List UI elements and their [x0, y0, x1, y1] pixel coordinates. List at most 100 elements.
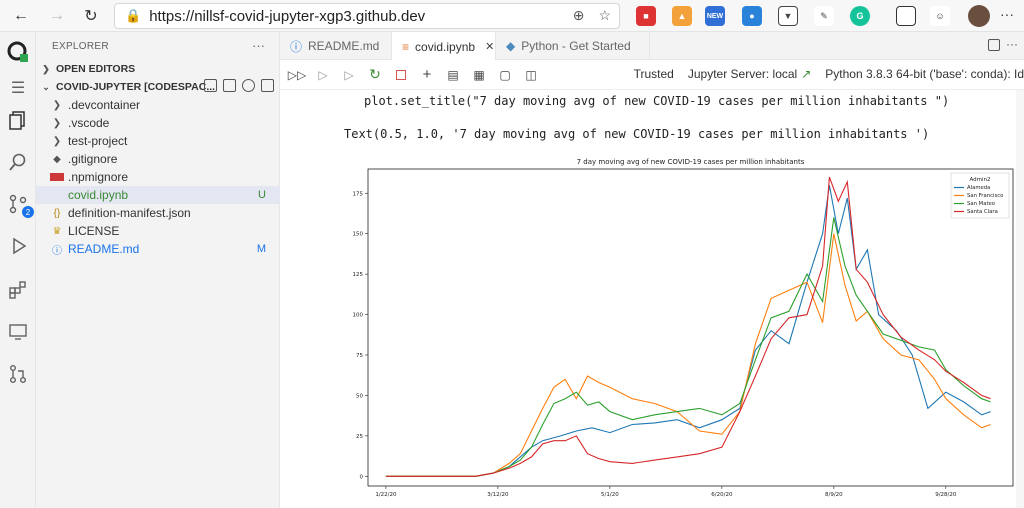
info-file-icon: ⓘ [52, 245, 62, 257]
restart-kernel-icon[interactable]: ↻ [362, 64, 388, 86]
extension-red-icon[interactable]: ■ [636, 6, 656, 26]
tree-item-label: README.md [68, 242, 140, 256]
npm-file-icon [50, 173, 64, 181]
split-editor-icon[interactable] [988, 39, 1000, 51]
workspace-section[interactable]: ⌄ COVID-JUPYTER [CODESPAC... [36, 78, 280, 96]
run-above-icon[interactable]: ▷ [310, 64, 336, 86]
vertical-scrollbar[interactable] [1016, 90, 1024, 508]
x-tick-label: 6/20/20 [711, 492, 733, 498]
tree-item-npmignore[interactable]: .npmignore [36, 168, 280, 186]
y-tick-label: 50 [356, 393, 363, 399]
open-editors-section[interactable]: ❯ OPEN EDITORS [36, 60, 280, 78]
tree-item-vscode[interactable]: ❯ .vscode [36, 114, 280, 132]
close-icon[interactable]: ✕ [485, 40, 494, 53]
url-text: https://nillsf-covid-jupyter-xgp3.github… [149, 7, 426, 25]
explorer-more-button[interactable]: ··· [252, 38, 265, 53]
tree-item-label: LICENSE [68, 224, 120, 238]
browser-menu-icon[interactable]: ··· [1000, 6, 1014, 22]
chevron-right-icon: ❯ [52, 135, 62, 147]
plot-frame [367, 168, 1014, 487]
explorer-icon[interactable] [6, 108, 30, 132]
tree-item-test-project[interactable]: ❯ test-project [36, 132, 280, 150]
git-file-icon: ◆ [53, 153, 61, 165]
extension-circle-icon[interactable]: ● [742, 6, 762, 26]
source-control-badge: 2 [22, 206, 34, 218]
pull-requests-icon[interactable] [6, 362, 30, 386]
tree-item-label: .npmignore [68, 170, 129, 184]
activity-bar: ☰ 2 [0, 32, 36, 508]
server-connected-icon: ↗ [801, 67, 812, 81]
y-tick-label: 175 [353, 191, 364, 197]
extensions-icon[interactable] [6, 278, 30, 302]
menu-icon[interactable]: ☰ [6, 76, 30, 100]
grammarly-icon[interactable]: G [850, 6, 870, 26]
favorite-icon[interactable]: ☆ [598, 7, 611, 24]
python-icon: ◆ [506, 39, 516, 53]
kernel-label[interactable]: Python 3.8.3 64-bit ('base': conda): Id [825, 67, 1024, 81]
y-tick-label: 125 [353, 272, 364, 278]
avatar[interactable] [968, 5, 990, 27]
legend-entry: San Francisco [967, 193, 1003, 199]
tree-item-readme[interactable]: ⓘ README.md M [36, 240, 280, 258]
address-bar[interactable]: 🔒 https://nillsf-covid-jupyter-xgp3.gith… [114, 3, 620, 29]
extension-shield-icon[interactable]: ▲ [672, 6, 692, 26]
tree-item-covid-ipynb[interactable]: covid.ipynb U [36, 186, 280, 204]
forward-icon[interactable]: → [42, 1, 72, 31]
untracked-badge: U [258, 189, 266, 201]
chevron-right-icon: ❯ [52, 99, 62, 111]
tree-item-gitignore[interactable]: ◆ .gitignore [36, 150, 280, 168]
save-icon[interactable]: ▢ [492, 64, 518, 86]
extension-new-icon[interactable]: NEW [705, 6, 725, 26]
x-tick-label: 8/9/20 [825, 492, 843, 498]
tab-covid-ipynb[interactable]: ≡ covid.ipynb ✕ [392, 32, 496, 61]
tree-item-definition-manifest[interactable]: {} definition-manifest.json [36, 204, 280, 222]
interrupt-kernel-icon[interactable] [388, 64, 414, 86]
refresh-icon[interactable]: ↻ [76, 1, 106, 31]
json-file-icon: {} [53, 207, 61, 219]
new-file-icon[interactable] [204, 79, 217, 92]
notebook-file-icon [50, 188, 64, 202]
collections-icon[interactable] [896, 6, 916, 26]
feedback-icon[interactable]: ☺ [930, 6, 950, 26]
source-control-icon[interactable]: 2 [6, 192, 34, 218]
remote-explorer-icon[interactable] [6, 320, 30, 344]
trusted-label[interactable]: Trusted [634, 67, 674, 81]
run-below-icon[interactable]: ▷ [336, 64, 362, 86]
tab-readme[interactable]: ⓘ README.md [280, 32, 392, 60]
extension-script-icon[interactable]: ✎ [814, 6, 834, 26]
x-tick-label: 1/22/20 [375, 492, 397, 498]
add-cell-icon[interactable]: + [414, 64, 440, 86]
add-tab-icon[interactable]: ⊕ [573, 7, 585, 24]
tree-item-license[interactable]: ♛ LICENSE [36, 222, 280, 240]
refresh-explorer-icon[interactable] [242, 79, 255, 92]
modified-badge: M [256, 243, 266, 255]
pocket-icon[interactable]: ▼ [778, 6, 798, 26]
new-folder-icon[interactable] [223, 79, 236, 92]
chevron-down-icon: ⌄ [42, 81, 50, 92]
clear-outputs-icon[interactable]: ▤ [440, 64, 466, 86]
run-all-icon[interactable]: ▷▷ [284, 64, 310, 86]
legend-entry: Santa Clara [967, 209, 998, 215]
variables-icon[interactable]: ▦ [466, 64, 492, 86]
covid-line-chart: 7 day moving avg of new COVID-19 cases p… [353, 158, 1014, 498]
editor-tabs: ⓘ README.md ≡ covid.ipynb ✕ ◆ Python - G… [280, 32, 1024, 61]
search-icon[interactable] [6, 150, 30, 174]
codespaces-icon[interactable] [6, 40, 30, 64]
tree-item-devcontainer[interactable]: ❯ .devcontainer [36, 96, 280, 114]
export-icon[interactable]: ◫ [518, 64, 544, 86]
license-file-icon: ♛ [52, 225, 62, 237]
notebook-icon: ≡ [402, 39, 410, 54]
jupyter-server-label[interactable]: Jupyter Server: local [688, 67, 797, 81]
collapse-all-icon[interactable] [261, 79, 274, 92]
chevron-right-icon: ❯ [42, 63, 50, 74]
back-icon[interactable]: ← [6, 1, 36, 31]
tree-item-label: covid.ipynb [68, 188, 129, 202]
y-tick-label: 0 [360, 474, 364, 480]
tree-item-label: .gitignore [68, 152, 118, 166]
tab-python-get-started[interactable]: ◆ Python - Get Started [496, 32, 650, 60]
run-debug-icon[interactable] [6, 234, 30, 258]
tab-label: Python - Get Started [521, 39, 631, 53]
editor-more-icon[interactable]: ··· [1006, 37, 1018, 51]
x-tick-label: 5/1/20 [601, 492, 619, 498]
y-tick-label: 100 [353, 313, 364, 319]
